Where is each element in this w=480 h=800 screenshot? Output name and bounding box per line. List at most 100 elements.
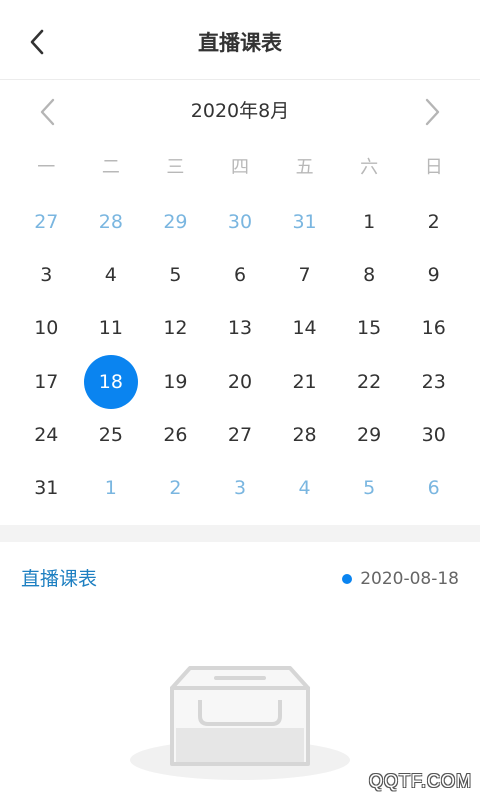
day-cell[interactable]: 3	[208, 461, 273, 514]
day-cell[interactable]: 23	[401, 355, 466, 408]
day-number: 3	[40, 263, 53, 286]
day-cell[interactable]: 5	[143, 248, 208, 301]
day-cell[interactable]: 25	[79, 408, 144, 461]
weekday-label: 三	[166, 157, 185, 178]
day-number: 27	[227, 423, 253, 446]
day-number: 16	[421, 317, 446, 340]
day-cell[interactable]: 19	[143, 355, 208, 408]
month-label: 2020年8月	[190, 100, 290, 122]
day-cell[interactable]: 6	[401, 461, 466, 514]
day-number: 1	[363, 210, 376, 233]
day-cell[interactable]: 1	[337, 195, 402, 248]
schedule-title: 直播课表	[21, 568, 98, 590]
day-cell[interactable]: 2	[143, 461, 208, 514]
day-cell[interactable]: 4	[272, 461, 337, 514]
top-bar: 直播课表	[0, 0, 480, 80]
day-number: 20	[227, 370, 253, 393]
day-cell[interactable]: 9	[401, 248, 466, 301]
month-navigator: 2020年8月	[0, 86, 480, 136]
day-number: 6	[233, 263, 247, 286]
chevron-right-icon	[425, 98, 440, 126]
day-cell[interactable]: 11	[79, 302, 144, 355]
day-number: 17	[34, 370, 59, 393]
day-number: 9	[427, 263, 440, 286]
day-number: 2	[169, 477, 182, 500]
day-number: 6	[427, 477, 440, 500]
day-cell[interactable]: 27	[14, 195, 79, 248]
day-cell[interactable]: 24	[14, 408, 79, 461]
date-dot-icon	[342, 574, 353, 584]
day-number: 10	[34, 317, 59, 340]
day-cell[interactable]: 3	[14, 248, 79, 301]
day-cell[interactable]: 5	[337, 461, 402, 514]
day-cell[interactable]: 7	[272, 248, 337, 301]
day-cell[interactable]: 4	[79, 248, 144, 301]
day-cell-selected[interactable]: 18	[79, 354, 144, 409]
day-cell[interactable]: 12	[143, 302, 208, 355]
day-number: 15	[357, 317, 382, 340]
weekday-label: 二	[101, 157, 120, 178]
day-cell[interactable]: 1	[79, 461, 144, 514]
weekday-label: 六	[360, 157, 379, 178]
day-cell[interactable]: 29	[143, 195, 208, 248]
weekday-label: 五	[295, 157, 314, 178]
day-cell[interactable]: 14	[272, 302, 337, 355]
day-cell[interactable]: 31	[272, 195, 337, 248]
day-number: 13	[227, 317, 253, 340]
day-number: 26	[163, 423, 188, 446]
empty-state	[128, 660, 352, 790]
day-number: 29	[163, 210, 188, 233]
day-cell[interactable]: 13	[208, 302, 273, 355]
watermark: QQTF.COM	[369, 771, 472, 791]
day-number: 5	[169, 263, 182, 286]
day-number: 18	[83, 354, 138, 409]
day-number: 31	[34, 477, 59, 500]
day-number: 4	[298, 477, 311, 500]
day-cell[interactable]: 21	[272, 355, 337, 408]
day-number: 25	[98, 423, 123, 446]
back-button[interactable]	[18, 22, 58, 62]
day-cell[interactable]: 28	[272, 408, 337, 461]
day-number: 1	[104, 477, 117, 500]
day-cell[interactable]: 2	[401, 195, 466, 248]
weekday-label: 一	[37, 157, 56, 178]
day-cell[interactable]: 28	[79, 195, 144, 248]
weekday-label: 日	[424, 157, 443, 178]
day-number: 14	[292, 317, 317, 340]
day-number: 21	[292, 370, 317, 393]
weekday-header: 一二三四五六日	[14, 146, 466, 190]
day-number: 19	[163, 370, 188, 393]
weekday-label: 四	[230, 157, 249, 178]
selected-date-text: 2020-08-18	[360, 569, 459, 589]
day-number: 5	[363, 477, 376, 500]
day-cell[interactable]: 30	[401, 408, 466, 461]
day-number: 7	[298, 263, 311, 286]
day-number: 3	[233, 477, 247, 500]
day-cell[interactable]: 26	[143, 408, 208, 461]
day-cell[interactable]: 22	[337, 355, 402, 408]
day-cell[interactable]: 10	[14, 302, 79, 355]
day-number: 11	[98, 317, 123, 340]
day-cell[interactable]: 27	[208, 408, 273, 461]
day-cell[interactable]: 6	[208, 248, 273, 301]
day-cell[interactable]: 15	[337, 302, 402, 355]
day-number: 30	[227, 210, 253, 233]
day-number: 29	[357, 423, 382, 446]
day-number: 28	[292, 423, 317, 446]
day-cell[interactable]: 8	[337, 248, 402, 301]
selected-date-indicator: 2020-08-18	[342, 556, 459, 602]
day-cell[interactable]: 30	[208, 195, 273, 248]
schedule-header: 直播课表 2020-08-18	[0, 556, 480, 602]
day-cell[interactable]: 20	[208, 355, 273, 408]
page-title: 直播课表	[198, 31, 282, 55]
day-number: 24	[34, 423, 59, 446]
day-number: 4	[104, 263, 117, 286]
day-number: 8	[363, 263, 376, 286]
day-cell[interactable]: 29	[337, 408, 402, 461]
day-number: 27	[34, 210, 59, 233]
day-cell[interactable]: 17	[14, 355, 79, 408]
next-month-button[interactable]	[414, 94, 450, 130]
section-divider	[0, 525, 480, 542]
day-cell[interactable]: 16	[401, 302, 466, 355]
day-cell[interactable]: 31	[14, 461, 79, 514]
